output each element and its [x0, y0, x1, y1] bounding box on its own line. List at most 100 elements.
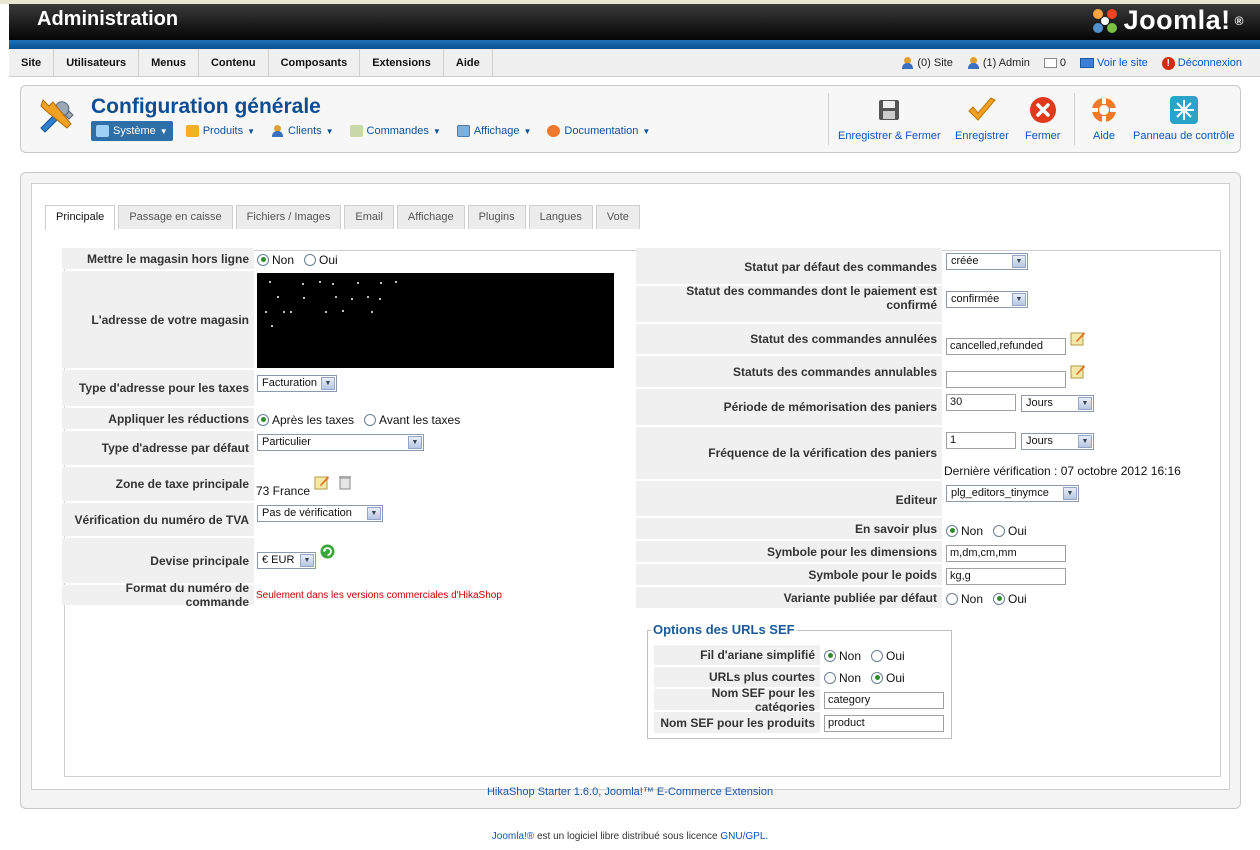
cart-check-label: Fréquence de la vérification des paniers [636, 427, 942, 479]
more-no-radio[interactable] [946, 524, 958, 537]
clients-icon [271, 125, 284, 137]
chevron-down-icon: ▼ [1078, 397, 1092, 410]
dimension-input[interactable]: m,dm,cm,mm [946, 545, 1066, 562]
save-button[interactable]: Enregistrer [955, 96, 1009, 142]
more-yes-radio[interactable] [993, 524, 1006, 537]
menu-site[interactable]: Site [9, 49, 55, 77]
menu-contenu[interactable]: Contenu [199, 49, 269, 77]
tab-affichage[interactable]: Affichage [396, 205, 465, 229]
variant-no-radio[interactable] [946, 592, 958, 605]
messages-status[interactable]: 0 [1043, 57, 1066, 69]
edit-icon[interactable] [1070, 330, 1086, 346]
offline-yes-radio[interactable] [304, 253, 317, 266]
submenu-systeme[interactable]: Système ▼ [91, 121, 173, 141]
default-address-label: Type d'adresse par défaut [62, 431, 254, 465]
screen-icon [1080, 58, 1095, 68]
vat-select[interactable]: Pas de vérification ▼ [257, 505, 383, 522]
confirmed-status-label: Statut des commandes dont le paiement es… [636, 284, 942, 322]
site-users-status: (0) Site [901, 57, 953, 69]
chevron-down-icon: ▼ [523, 126, 532, 136]
hikashop-submenu: Système ▼ Produits ▼ Clients ▼ Commandes ▼ A… [91, 121, 653, 141]
cart-check-unit-select[interactable]: Jours ▼ [1021, 433, 1094, 450]
cancelled-label: Statut des commandes annulées [636, 324, 942, 354]
submenu-clients[interactable]: Clients ▼ [268, 121, 337, 141]
joomla-logo-icon [1092, 8, 1117, 33]
cart-check-input[interactable]: 1 [946, 432, 1016, 449]
tab-passage-en-caisse[interactable]: Passage en caisse [118, 205, 233, 229]
sef-short-yes-radio[interactable] [871, 671, 884, 684]
tools-icon [40, 99, 74, 133]
menu-extensions[interactable]: Extensions [360, 49, 444, 77]
edit-icon[interactable] [1070, 363, 1086, 379]
gpl-link[interactable]: GNU/GPL [720, 831, 765, 842]
tax-zone-value: 73 France [256, 483, 311, 498]
edit-icon[interactable] [314, 474, 330, 490]
close-button[interactable]: Fermer [1025, 96, 1060, 142]
view-site-link[interactable]: Voir le site [1080, 57, 1148, 69]
editor-label: Editeur [636, 481, 942, 516]
discount-after-radio[interactable] [257, 413, 269, 426]
sef-cat-input[interactable]: category [824, 692, 944, 709]
offline-no-radio[interactable] [257, 253, 269, 266]
currency-select[interactable]: € EUR ▼ [257, 552, 316, 569]
extension-footer[interactable]: HikaShop Starter 1.6.0, Joomla!™ E-Comme… [0, 786, 1260, 798]
main-menubar: Site Utilisateurs Menus Contenu Composan… [9, 49, 1260, 77]
weight-input[interactable]: kg,g [946, 568, 1066, 585]
sef-breadcrumb-yes-radio[interactable] [871, 649, 884, 662]
joomla-logo[interactable]: Joomla! ® [1090, 5, 1244, 36]
produits-icon [185, 125, 199, 137]
joomla-link[interactable]: Joomla!® [492, 831, 534, 842]
save-close-button[interactable]: Enregistrer & Fermer [838, 96, 941, 142]
variant-yes-radio[interactable] [993, 592, 1006, 605]
menu-composants[interactable]: Composants [269, 49, 361, 77]
editor-select[interactable]: plg_editors_tinymce ▼ [946, 485, 1079, 502]
cart-period-unit-select[interactable]: Jours ▼ [1021, 395, 1094, 412]
more-label: En savoir plus [636, 518, 942, 539]
address-textarea[interactable] [257, 273, 614, 368]
tab-principale[interactable]: Principale [45, 205, 116, 230]
tax-address-select[interactable]: Facturation ▼ [257, 375, 337, 392]
sef-short-no-radio[interactable] [824, 671, 836, 684]
sef-prod-label: Nom SEF pour les produits [654, 712, 820, 733]
trash-icon[interactable] [338, 474, 352, 490]
help-button[interactable]: Aide [1089, 96, 1119, 142]
cart-period-label: Période de mémorisation des paniers [636, 389, 942, 425]
sef-breadcrumb-no-radio[interactable] [824, 649, 836, 662]
users-icon [901, 57, 914, 69]
submenu-affichage[interactable]: Affichage ▼ [454, 121, 535, 141]
sef-legend: Options des URLs SEF [651, 622, 797, 637]
chevron-down-icon: ▼ [408, 436, 422, 449]
order-format-label: Format du numéro de commande [62, 581, 254, 609]
checkmark-icon [968, 97, 996, 121]
sef-short-radios: Non Oui [824, 669, 905, 686]
tab-fichiers-images[interactable]: Fichiers / Images [235, 205, 342, 229]
control-panel-button[interactable]: Panneau de contrôle [1133, 96, 1235, 142]
refresh-icon[interactable] [320, 544, 335, 559]
tab-langues[interactable]: Langues [528, 205, 593, 229]
submenu-documentation[interactable]: Documentation ▼ [544, 121, 653, 141]
confirmed-status-select[interactable]: confirmée ▼ [946, 291, 1028, 308]
submenu-commandes[interactable]: Commandes ▼ [347, 121, 444, 141]
default-status-select[interactable]: créée ▼ [946, 253, 1028, 270]
offline-radios: Non Oui [257, 251, 338, 268]
cancelled-input[interactable]: cancelled,refunded [946, 338, 1066, 355]
admin-users-icon [967, 57, 980, 69]
tab-plugins[interactable]: Plugins [467, 205, 526, 229]
tab-vote[interactable]: Vote [595, 205, 640, 229]
logout-link[interactable]: ! Déconnexion [1161, 56, 1242, 70]
sef-prod-input[interactable]: product [824, 715, 944, 732]
cart-period-input[interactable]: 30 [946, 394, 1016, 411]
chevron-down-icon: ▼ [325, 126, 334, 136]
systeme-icon [96, 125, 109, 137]
default-address-select[interactable]: Particulier ▼ [257, 434, 424, 451]
cancellable-input[interactable] [946, 371, 1066, 388]
default-status-label: Statut par défaut des commandes [636, 248, 942, 284]
menu-menus[interactable]: Menus [139, 49, 199, 77]
license-footer: Joomla!® est un logiciel libre distribué… [491, 831, 769, 842]
tab-email[interactable]: Email [344, 205, 394, 229]
submenu-produits[interactable]: Produits ▼ [183, 121, 258, 141]
menu-utilisateurs[interactable]: Utilisateurs [54, 49, 140, 77]
menu-aide[interactable]: Aide [444, 49, 493, 77]
discount-before-radio[interactable] [364, 413, 377, 426]
dimension-label: Symbole pour les dimensions [636, 541, 942, 562]
